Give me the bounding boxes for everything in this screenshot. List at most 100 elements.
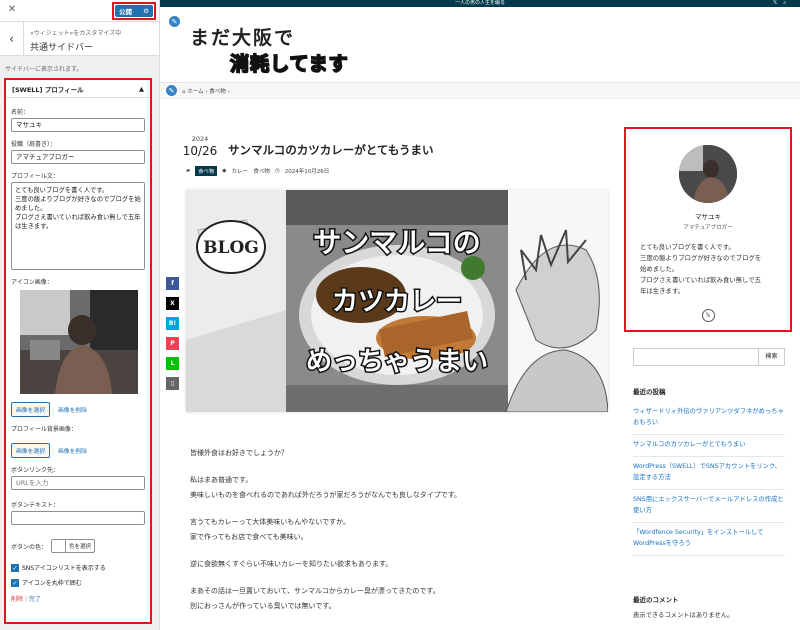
recent-post-link[interactable]: サンマルコのカツカレーがとてもうまい — [633, 435, 785, 457]
caret-up-icon[interactable]: ▲ — [139, 85, 144, 93]
publish-highlight: 公開 ⚙ — [112, 2, 156, 20]
button-text-input[interactable] — [11, 511, 145, 525]
bg-image-label: プロフィール背景画像： — [11, 426, 77, 433]
select-icon-image-button[interactable]: 画像を選択 — [11, 402, 50, 417]
post-date: 2024年10月26日 — [284, 169, 330, 175]
home-icon: ⌂ — [182, 89, 186, 95]
profile-widget-preview: マサユキ アマチュアブロガー とても良いブログを書く人です。 三度の飯よりブログ… — [624, 127, 792, 332]
search-icon[interactable]: ⌕ — [783, 0, 792, 6]
paragraph: 逆に食欲無くすぐらい不味いカレーを知りたい欲求もあります。 — [190, 560, 393, 568]
profile-text: とても良いブログを書く人です。 三度の飯よりブログが好きなのでブログを 始めまし… — [640, 243, 762, 295]
clock-icon: ◷ — [274, 168, 280, 174]
breadcrumb-home[interactable]: ホーム — [187, 89, 203, 95]
sns-list-checkbox-row[interactable]: ✓ SNSアイコンリストを表示する — [11, 563, 145, 572]
search-button[interactable]: 検索 — [759, 348, 785, 366]
recent-post-link[interactable]: 「Wordfence Security」をインストールしてWordPressを守… — [633, 523, 785, 556]
paragraph: 私はまあ普通です。 美味しいものを食べれるのであれば外だろうが家だろうがなんでも… — [190, 476, 462, 499]
button-link-input[interactable] — [11, 476, 145, 490]
paragraph: 言うてもカレーって大体美味いもんやないですか。 家で作ってもお店で食べても美味い… — [190, 518, 350, 541]
delete-bg-image-link[interactable]: 画像を削除 — [58, 446, 87, 455]
widget-actions: 削除 | 完了 — [11, 596, 41, 603]
widget-header[interactable]: [SWELL] プロフィール ▲ — [6, 80, 150, 98]
featured-text-3: めっちゃうまい — [306, 347, 488, 377]
circle-icon-checkbox[interactable]: ✓ — [11, 578, 19, 587]
x-profile-icon[interactable]: 𝕏 — [701, 309, 715, 322]
profile-name: マサユキ — [695, 213, 721, 221]
back-chevron-icon[interactable]: ‹ — [0, 22, 24, 56]
profile-role: アマチュアブロガー — [683, 225, 733, 231]
post-month-day: 10/26 — [182, 144, 218, 158]
facebook-share-icon[interactable]: f — [166, 277, 179, 290]
section-breadcrumb: «ウィジェット»をカスタマイズ中 — [30, 30, 122, 37]
tag-icon: ◆ — [222, 168, 227, 174]
section-description: サイドバーに表示されます。 — [5, 66, 83, 73]
name-label: 名前： — [11, 109, 30, 116]
topbar-icons: 𝕏⌕ — [773, 0, 792, 7]
post-tags[interactable]: カレー 食べ物 — [231, 167, 270, 175]
recent-comments-heading: 最近のコメント — [633, 596, 679, 604]
color-picker-label: 色を選択 — [69, 544, 92, 550]
recent-posts-list: ウィザードリィ外伝のヴァリアンツダフネがめっちゃおもろい サンマルコのカツカレー… — [633, 402, 785, 556]
sns-list-label: SNSアイコンリストを表示する — [22, 565, 106, 572]
x-icon[interactable]: 𝕏 — [773, 0, 783, 6]
featured-text-1: サンマルコの — [313, 226, 480, 259]
site-header: ✎ まだ大阪で 消耗してます — [160, 7, 800, 83]
paragraph: まあその話は一旦置いておいて、サンマルコからカレー臭が漂ってきたのです。 別にお… — [190, 587, 440, 610]
sns-list-checkbox[interactable]: ✓ — [11, 563, 19, 572]
button-color-label: ボタンの色： — [11, 543, 48, 551]
line-share-icon[interactable]: L — [166, 357, 179, 370]
button-text-label: ボタンテキスト： — [11, 502, 59, 509]
x-share-icon[interactable]: X — [166, 297, 179, 310]
close-icon[interactable]: ✕ — [6, 4, 18, 16]
select-bg-image-button[interactable]: 画像を選択 — [11, 443, 50, 458]
share-buttons: f X B! P L ▯ — [166, 277, 179, 397]
top-bar: 一人の男の人生を綴る 𝕏⌕ — [160, 0, 800, 7]
delete-widget-link[interactable]: 削除 — [11, 596, 23, 603]
role-label: 役職（肩書き）： — [11, 141, 57, 148]
profile-widget: [SWELL] プロフィール ▲ 名前： マサユキ 役職（肩書き）： アマチュア… — [4, 78, 152, 624]
post-date-box: 2024 10/26 — [182, 135, 218, 158]
publish-button[interactable]: 公開 ⚙ — [115, 5, 153, 17]
name-input[interactable]: マサユキ — [11, 118, 145, 132]
profile-text-label: プロフィール文： — [11, 173, 59, 180]
section-header: ‹ «ウィジェット»をカスタマイズ中 共通サイドバー — [0, 22, 159, 56]
button-link-label: ボタンリンク先： — [11, 467, 60, 474]
post-title: サンマルコのカツカレーがとてもうまい — [228, 143, 434, 157]
logo-line-2[interactable]: 消耗してます — [229, 49, 348, 76]
recent-post-link[interactable]: SNS用にエックスサーバーでメールアドレスの作成と使い方 — [633, 490, 785, 523]
recent-post-link[interactable]: WordPress（SWELL）でSNSアカウントをリンク、設定する方法 — [633, 457, 785, 490]
circle-icon-checkbox-row[interactable]: ✓ アイコンを丸枠で囲む — [11, 578, 145, 587]
pocket-share-icon[interactable]: P — [166, 337, 179, 350]
category-badge[interactable]: 食べ物 — [195, 166, 218, 176]
icon-image-preview — [20, 290, 138, 394]
post-year: 2024 — [191, 135, 209, 143]
section-title: 共通サイドバー — [30, 43, 94, 53]
breadcrumb-category[interactable]: 食べ物 — [209, 89, 226, 95]
hatena-share-icon[interactable]: B! — [166, 317, 179, 330]
no-comments-text: 表示できるコメントはありません。 — [633, 612, 734, 619]
search-input[interactable] — [633, 348, 759, 366]
color-picker-button[interactable]: 色を選択 — [51, 539, 96, 553]
featured-image: BLOG サンマルコの カツカレー めっちゃうまい — [186, 190, 608, 412]
icon-image-label: アイコン画像： — [11, 279, 53, 286]
copy-share-icon[interactable]: ▯ — [166, 377, 179, 390]
button-color-row: ボタンの色： 色を選択 — [11, 539, 145, 553]
folder-icon: ▰ — [186, 168, 191, 174]
color-swatch — [52, 540, 67, 552]
edit-breadcrumb-pen-icon[interactable]: ✎ — [165, 84, 178, 97]
done-link[interactable]: 完了 — [29, 596, 41, 603]
recent-post-link[interactable]: ウィザードリィ外伝のヴァリアンツダフネがめっちゃおもろい — [633, 402, 785, 435]
blog-badge-text: BLOG — [203, 238, 259, 258]
logo-line-1[interactable]: まだ大阪で — [190, 23, 295, 50]
post-body: 皆様外食はお好きでしょうか？ 私はまあ普通です。 美味しいものを食べれるのであれ… — [190, 446, 600, 626]
role-input[interactable]: アマチュアブロガー — [11, 150, 145, 164]
breadcrumb: ⌂ ホーム › 食べ物 › — [182, 87, 230, 95]
search-widget: 検索 — [633, 348, 785, 366]
circle-icon-label: アイコンを丸枠で囲む — [22, 580, 82, 587]
delete-icon-image-link[interactable]: 画像を削除 — [58, 405, 87, 414]
avatar — [679, 145, 737, 203]
customizer-header-bar: ✕ 公開 ⚙ — [0, 0, 159, 22]
gear-icon[interactable]: ⚙ — [143, 7, 149, 15]
edit-header-pen-icon[interactable]: ✎ — [168, 15, 181, 28]
profile-textarea[interactable]: とても良いブログを書く人です。 三度の飯よりブログが好きなのでブログを始めました… — [11, 182, 145, 270]
